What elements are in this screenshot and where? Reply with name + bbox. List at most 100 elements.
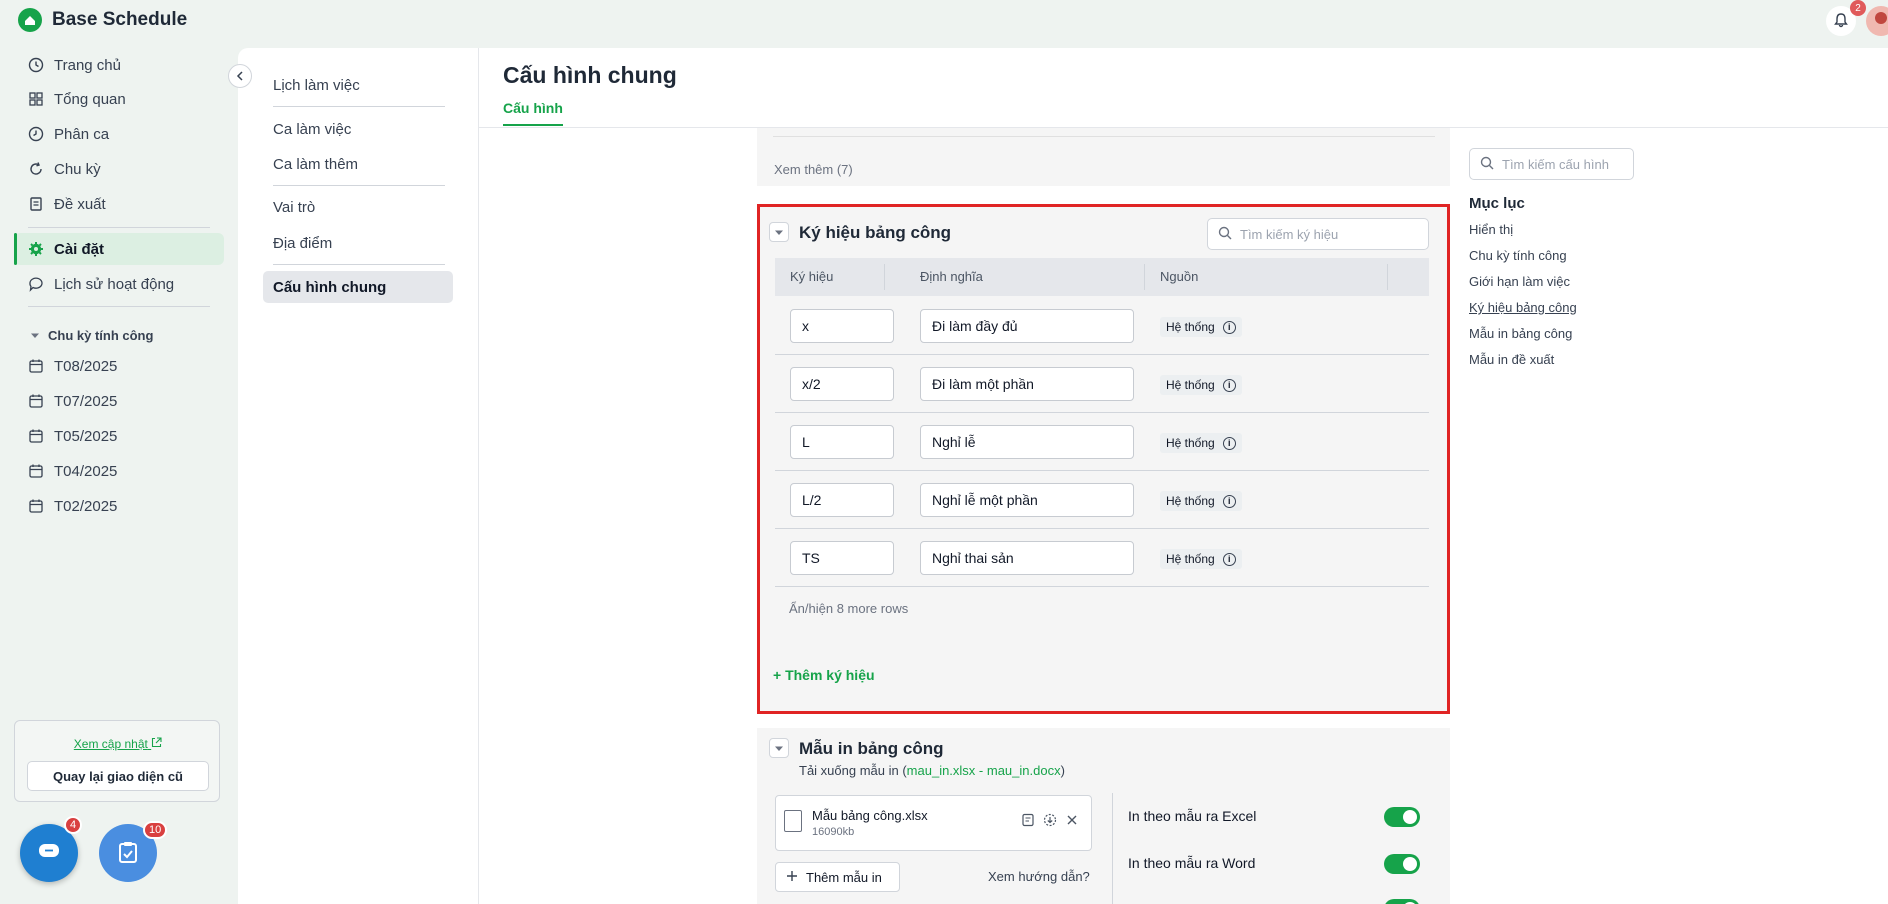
chat-icon: [28, 276, 44, 292]
sidebar-item-label: Chu kỳ: [54, 160, 101, 178]
source-tag: Hệ thống i: [1160, 433, 1242, 453]
collapse-section-button[interactable]: [769, 738, 789, 758]
close-icon[interactable]: [1064, 812, 1080, 828]
toc-item-display[interactable]: Hiển thị: [1469, 222, 1513, 237]
symbol-search[interactable]: [1207, 218, 1429, 250]
submenu-item-overtime[interactable]: Ca làm thêm: [263, 148, 453, 180]
column-separator: [1387, 264, 1388, 290]
table-row: Hệ thống i: [775, 413, 1429, 471]
chat-badge: 4: [64, 816, 83, 834]
guide-link[interactable]: Xem hướng dẫn?: [988, 869, 1090, 884]
table-row: Hệ thống i: [775, 529, 1429, 587]
symbol-code-input[interactable]: [790, 309, 894, 343]
symbol-definition-input[interactable]: [920, 541, 1134, 575]
add-symbol-button[interactable]: + Thêm ký hiệu: [773, 667, 875, 683]
sidebar-item-shifts[interactable]: Phân ca: [14, 118, 224, 150]
toc-item-work-limit[interactable]: Giới hạn làm việc: [1469, 274, 1570, 289]
cycle-item[interactable]: T05/2025: [14, 420, 224, 452]
symbol-search-input[interactable]: [1240, 226, 1390, 242]
plus-icon: [786, 870, 798, 885]
clock-icon: [28, 57, 44, 73]
source-tag: Hệ thống i: [1160, 317, 1242, 337]
submenu-item-shifts[interactable]: Ca làm việc: [263, 113, 453, 145]
cycle-label: T05/2025: [54, 427, 118, 445]
edit-file-icon[interactable]: [1020, 812, 1036, 828]
table-row: Hệ thống i: [775, 355, 1429, 413]
third-toggle[interactable]: [1384, 899, 1420, 904]
config-search[interactable]: [1469, 148, 1634, 180]
download-templates: Tải xuống mẫu in (mau_in.xlsx - mau_in.d…: [799, 763, 1065, 778]
sidebar-item-overview[interactable]: Tổng quan: [14, 83, 224, 115]
download-xlsx-link[interactable]: mau_in.xlsx: [907, 763, 976, 778]
info-icon[interactable]: i: [1222, 494, 1236, 508]
config-search-input[interactable]: [1502, 156, 1627, 172]
home-logo-icon: [18, 8, 42, 32]
symbol-code-input[interactable]: [790, 425, 894, 459]
sidebar-item-home[interactable]: Trang chủ: [14, 49, 224, 81]
info-icon[interactable]: i: [1222, 378, 1236, 392]
submenu-item-general-config[interactable]: Cấu hình chung: [263, 271, 453, 303]
cycle-item[interactable]: T02/2025: [14, 490, 224, 522]
sidebar-item-activity-history[interactable]: Lịch sử hoạt động: [14, 268, 224, 300]
caret-down-icon: [774, 224, 784, 240]
template-file-card: Mẫu bảng công.xlsx 16090kb: [775, 795, 1092, 851]
tab-config[interactable]: Cấu hình: [503, 100, 563, 126]
cycle-section-header[interactable]: Chu kỳ tính công: [30, 328, 153, 343]
update-box: Xem cập nhật Quay lại giao diện cũ: [14, 720, 220, 802]
info-icon[interactable]: i: [1222, 320, 1236, 334]
collapse-section-button[interactable]: [769, 222, 789, 242]
submenu-item-roles[interactable]: Vai trò: [263, 191, 453, 223]
excel-toggle[interactable]: [1384, 807, 1420, 827]
symbol-definition-input[interactable]: [920, 367, 1134, 401]
clock-icon: [28, 126, 44, 142]
source-tag: Hệ thống i: [1160, 549, 1242, 569]
submenu-item-locations[interactable]: Địa điểm: [263, 227, 453, 259]
symbol-definition-input[interactable]: [920, 425, 1134, 459]
symbol-definition-input[interactable]: [920, 309, 1134, 343]
sidebar-item-proposals[interactable]: Đề xuất: [14, 188, 224, 220]
symbol-definition-input[interactable]: [920, 483, 1134, 517]
toc-item-cycle[interactable]: Chu kỳ tính công: [1469, 248, 1567, 263]
submenu-divider: [273, 185, 445, 186]
table-row: Hệ thống i: [775, 471, 1429, 529]
add-template-button[interactable]: Thêm mẫu in: [775, 862, 900, 892]
sidebar-item-label: Cài đặt: [54, 240, 105, 258]
word-toggle[interactable]: [1384, 854, 1420, 874]
toggle-rows-link[interactable]: Ẩn/hiện 8 more rows: [789, 601, 908, 616]
cycle-item[interactable]: T04/2025: [14, 455, 224, 487]
toc-item-symbols[interactable]: Ký hiệu bảng công: [1469, 300, 1577, 315]
symbol-code-input[interactable]: [790, 483, 894, 517]
brand[interactable]: Base Schedule: [18, 8, 187, 32]
sidebar-item-settings[interactable]: Cài đặt: [14, 233, 224, 265]
cycle-item[interactable]: T07/2025: [14, 385, 224, 417]
update-link[interactable]: Xem cập nhật: [15, 737, 221, 751]
calendar-icon: [28, 393, 44, 409]
toc-item-proposal-templates[interactable]: Mẫu in đề xuất: [1469, 352, 1554, 367]
submenu-item-work-schedule[interactable]: Lịch làm việc: [263, 69, 453, 101]
sidebar-item-label: Tổng quan: [54, 90, 126, 108]
sidebar-item-cycle[interactable]: Chu kỳ: [14, 153, 224, 185]
search-icon: [1218, 226, 1232, 243]
download-file-icon[interactable]: [1042, 812, 1058, 828]
column-header: Ký hiệu: [790, 269, 834, 284]
info-icon[interactable]: i: [1222, 436, 1236, 450]
sidebar-item-label: Trang chủ: [54, 56, 121, 74]
back-to-old-ui-button[interactable]: Quay lại giao diện cũ: [27, 761, 209, 791]
cycle-label: T08/2025: [54, 357, 118, 375]
avatar[interactable]: [1866, 6, 1888, 36]
column-separator: [1144, 264, 1145, 290]
see-more-link[interactable]: Xem thêm (7): [774, 162, 853, 177]
download-docx-link[interactable]: mau_in.docx: [987, 763, 1061, 778]
clipboard-check-icon: [117, 840, 139, 867]
collapse-sidebar-button[interactable]: [228, 64, 252, 88]
symbol-code-input[interactable]: [790, 367, 894, 401]
info-icon[interactable]: i: [1222, 552, 1236, 566]
cycle-label: T02/2025: [54, 497, 118, 515]
symbol-code-input[interactable]: [790, 541, 894, 575]
notification-badge: 2: [1850, 0, 1866, 16]
task-badge: 10: [143, 821, 168, 839]
column-separator: [884, 264, 885, 290]
cycle-item[interactable]: T08/2025: [14, 350, 224, 382]
toc-item-print-templates[interactable]: Mẫu in bảng công: [1469, 326, 1572, 341]
grid-icon: [28, 91, 44, 107]
